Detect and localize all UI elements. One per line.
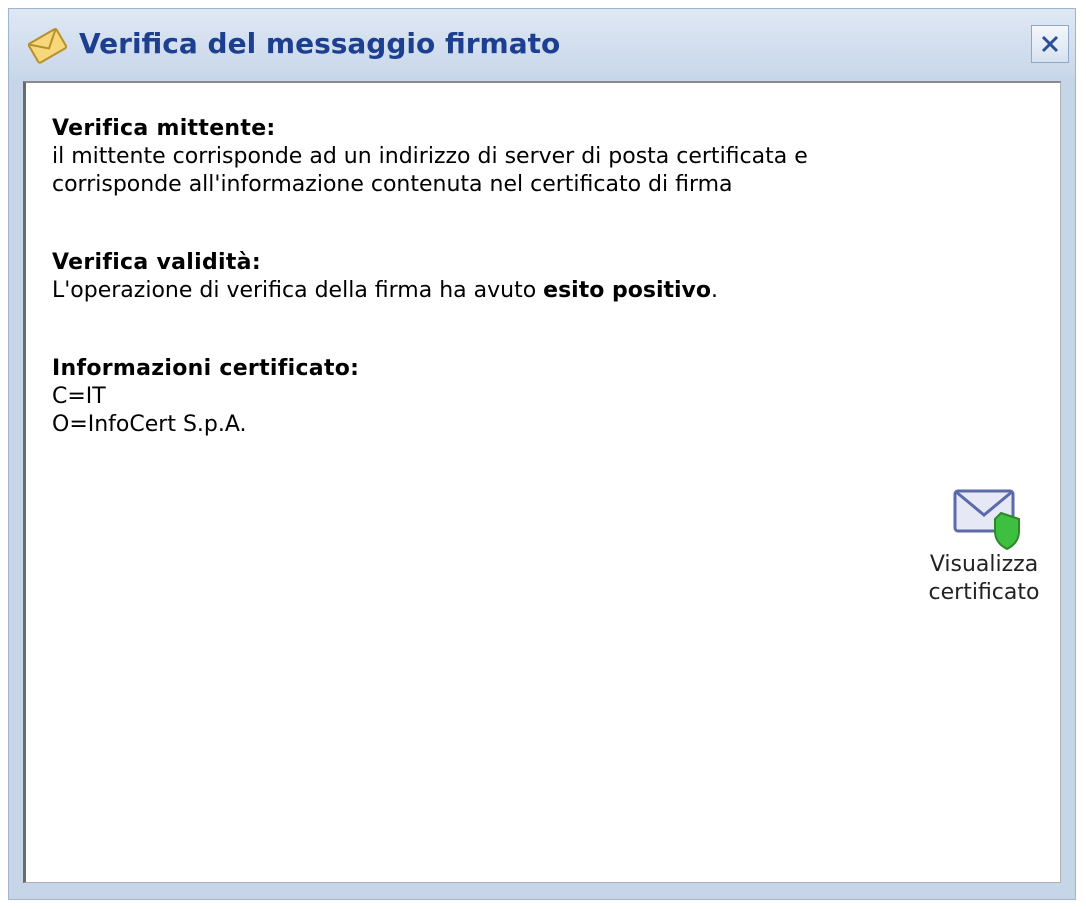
- certificate-country: C=IT: [52, 384, 106, 409]
- close-icon: [1041, 35, 1059, 53]
- window-title: Verifica del messaggio firmato: [79, 27, 561, 60]
- sender-verification-section: Verifica mittente: il mittente corrispon…: [52, 115, 808, 199]
- view-certificate-label-line2: certificato: [928, 580, 1040, 605]
- validity-result: esito positivo: [543, 278, 712, 303]
- validity-text-start: L'operazione di verifica della firma ha …: [52, 278, 544, 303]
- sender-text-line1: il mittente corrisponde ad un indirizzo …: [52, 144, 808, 169]
- title-bar[interactable]: Verifica del messaggio firmato: [9, 9, 1075, 77]
- dialog-content: Verifica mittente: il mittente corrispon…: [23, 81, 1061, 883]
- close-button[interactable]: [1031, 25, 1069, 63]
- envelope-icon: [25, 23, 69, 67]
- view-certificate-label-line1: Visualizza: [929, 552, 1039, 577]
- sender-text-line2: corrisponde all'informazione contenuta n…: [52, 172, 733, 197]
- envelope-shield-icon: [947, 483, 1025, 553]
- validity-heading: Verifica validità:: [52, 250, 261, 275]
- certificate-organization: O=InfoCert S.p.A.: [52, 412, 247, 437]
- validity-verification-section: Verifica validità: L'operazione di verif…: [52, 249, 718, 305]
- validity-text-end: .: [711, 278, 719, 303]
- certificate-info-section: Informazioni certificato: C=IT O=InfoCer…: [52, 355, 359, 439]
- view-certificate-button[interactable]: Visualizza certificato: [914, 483, 1054, 613]
- validity-text: L'operazione di verifica della firma ha …: [52, 277, 718, 305]
- sender-heading: Verifica mittente:: [52, 116, 276, 141]
- dialog-window: Verifica del messaggio firmato Verifica …: [8, 8, 1076, 900]
- certificate-heading: Informazioni certificato:: [52, 356, 360, 381]
- view-certificate-label: Visualizza certificato: [914, 551, 1054, 607]
